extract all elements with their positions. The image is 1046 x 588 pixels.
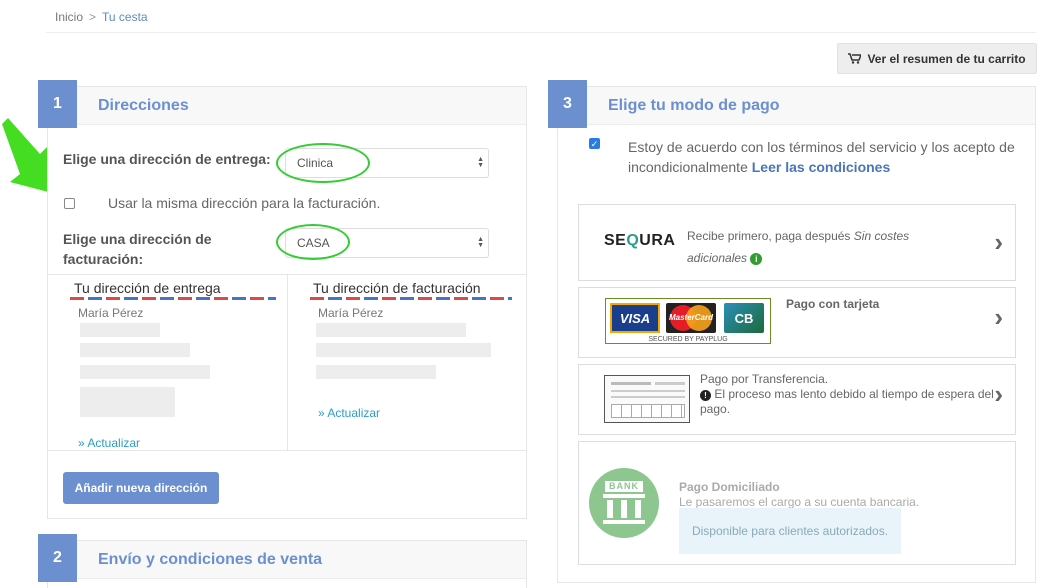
billing-address-label: Elige una dirección de facturación: xyxy=(63,229,212,269)
bank-icon: BANK xyxy=(589,468,659,538)
delivery-address-label: Elige una dirección de entrega: xyxy=(63,151,271,167)
sequra-description: Recibe primero, paga después Sin costes … xyxy=(687,225,947,269)
breadcrumb-home-link[interactable]: Inicio xyxy=(55,10,83,24)
step3-title: Elige tu modo de pago xyxy=(608,97,780,114)
sequra-logo-left: SE xyxy=(604,232,627,249)
sequra-logo-right: URA xyxy=(639,232,676,249)
direct-debit-subtitle: Le pasaremos el cargo a su cuenta bancar… xyxy=(679,495,920,509)
blurred-address xyxy=(80,323,160,337)
add-address-button[interactable]: Añadir nueva dirección xyxy=(63,472,219,504)
doc-line xyxy=(611,390,685,392)
select-caret-icon: ▲ ▼ xyxy=(477,156,484,169)
sequra-logo-mark: Q xyxy=(626,232,640,249)
terms-link[interactable]: Leer las condiciones xyxy=(752,159,891,175)
bank-icon-label: BANK xyxy=(605,481,643,492)
payplug-secured-label: SECURED BY PAYPLUG xyxy=(648,336,728,343)
airmail-stripe xyxy=(70,297,276,300)
doc-line xyxy=(611,382,651,385)
delivery-address-update-link[interactable]: » Actualizar xyxy=(78,436,140,450)
delivery-address-title: Tu dirección de entrega xyxy=(74,280,221,296)
chevron-right-icon: › xyxy=(994,227,1003,257)
delivery-address-select[interactable]: Clinica ▲ ▼ xyxy=(285,148,489,178)
payment-option-sequra[interactable]: SEQURA Recibe primero, paga después Sin … xyxy=(578,204,1016,281)
payment-panel: Elige tu modo de pago ✓ Estoy de acuerdo… xyxy=(557,86,1036,583)
step2-title: Envío y condiciones de venta xyxy=(98,551,323,568)
addresses-panel: Direcciones Elige una dirección de entre… xyxy=(47,86,527,519)
same-address-checkbox[interactable] xyxy=(64,198,75,209)
step2-number: 2 xyxy=(38,534,77,582)
billing-address-update-link[interactable]: » Actualizar xyxy=(318,406,380,420)
terms-checkbox[interactable]: ✓ xyxy=(589,138,600,149)
bank-icon-column xyxy=(607,500,613,518)
blurred-address xyxy=(316,365,436,379)
direct-debit-title: Pago Domiciliado xyxy=(679,480,780,494)
billing-address-label-line2: facturación: xyxy=(63,251,144,267)
chevron-right-icon: › xyxy=(994,302,1003,332)
delivery-address-value: Clinica xyxy=(297,156,334,170)
transfer-note: ! El proceso mas lento debido al tiempo … xyxy=(700,387,1000,417)
transfer-document-icon xyxy=(604,375,690,423)
blurred-address xyxy=(316,323,466,337)
blurred-address xyxy=(80,387,175,417)
billing-address-value: CASA xyxy=(297,236,330,250)
info-icon[interactable]: i xyxy=(750,253,763,265)
payment-option-card[interactable]: VISA MasterCard CB SECURED BY PAYPLUG Pa… xyxy=(578,287,1016,358)
breadcrumb-current[interactable]: Tu cesta xyxy=(102,10,148,24)
address-boxes: Tu dirección de entrega María Pérez » Ac… xyxy=(48,274,526,451)
shipping-panel: Envío y condiciones de venta xyxy=(47,540,527,588)
transfer-note-text: El proceso mas lento debido al tiempo de… xyxy=(700,387,994,416)
doc-line xyxy=(655,382,685,385)
billing-address-title: Tu dirección de facturación xyxy=(313,280,481,296)
warning-icon: ! xyxy=(700,390,711,401)
step3-number: 3 xyxy=(548,80,587,128)
select-caret-icon: ▲ ▼ xyxy=(477,236,484,249)
billing-address-box: Tu dirección de facturación María Pérez … xyxy=(288,275,526,450)
cart-summary-button[interactable]: Ver el resumen de tu carrito xyxy=(837,43,1037,74)
bank-icon-roof xyxy=(603,494,645,498)
payment-option-transfer[interactable]: Pago por Transferencia. ! El proceso mas… xyxy=(578,364,1016,435)
delivery-address-name: María Pérez xyxy=(78,306,144,320)
sequra-desc-line1: Recibe primero, paga después xyxy=(687,229,851,243)
billing-address-name: María Pérez xyxy=(318,306,384,320)
sequra-desc-italic2: adicionales xyxy=(687,251,748,265)
blurred-address xyxy=(80,343,190,357)
terms-text: Estoy de acuerdo con los términos del se… xyxy=(628,137,1018,177)
step1-title: Direcciones xyxy=(98,97,189,114)
transfer-title: Pago por Transferencia. xyxy=(700,372,829,386)
breadcrumb: Inicio > Tu cesta xyxy=(55,10,148,24)
cart-icon xyxy=(848,53,862,64)
delivery-address-box: Tu dirección de entrega María Pérez » Ac… xyxy=(48,275,288,450)
doc-table xyxy=(611,404,685,418)
blurred-address xyxy=(316,343,491,357)
bank-icon-column xyxy=(635,500,641,518)
sequra-desc-italic1: Sin costes xyxy=(853,229,910,243)
card-logos-box: VISA MasterCard CB SECURED BY PAYPLUG xyxy=(605,298,771,344)
chevron-right-icon: › xyxy=(994,379,1003,409)
step1-number: 1 xyxy=(38,80,77,128)
cart-summary-label: Ver el resumen de tu carrito xyxy=(867,51,1026,66)
billing-address-select[interactable]: CASA ▲ ▼ xyxy=(285,228,489,258)
breadcrumb-separator: > xyxy=(89,10,97,24)
same-address-label: Usar la misma dirección para la facturac… xyxy=(108,195,381,211)
card-title: Pago con tarjeta xyxy=(786,297,880,311)
airmail-stripe xyxy=(310,297,512,300)
direct-debit-notice: Disponible para clientes autorizados. xyxy=(679,508,901,554)
visa-logo: VISA xyxy=(610,303,660,333)
bank-icon-base xyxy=(603,520,645,524)
blurred-address xyxy=(80,365,210,379)
sequra-logo: SEQURA xyxy=(604,232,675,250)
cb-logo: CB xyxy=(724,303,764,333)
mastercard-label: MasterCard xyxy=(668,313,713,322)
doc-line xyxy=(611,396,685,398)
bank-icon-column xyxy=(621,500,627,518)
payment-option-direct-debit[interactable]: BANK Pago Domiciliado Le pasaremos el ca… xyxy=(578,441,1016,565)
mastercard-logo: MasterCard xyxy=(666,303,716,333)
divider xyxy=(46,32,1036,33)
billing-address-label-line1: Elige una dirección de xyxy=(63,231,212,247)
